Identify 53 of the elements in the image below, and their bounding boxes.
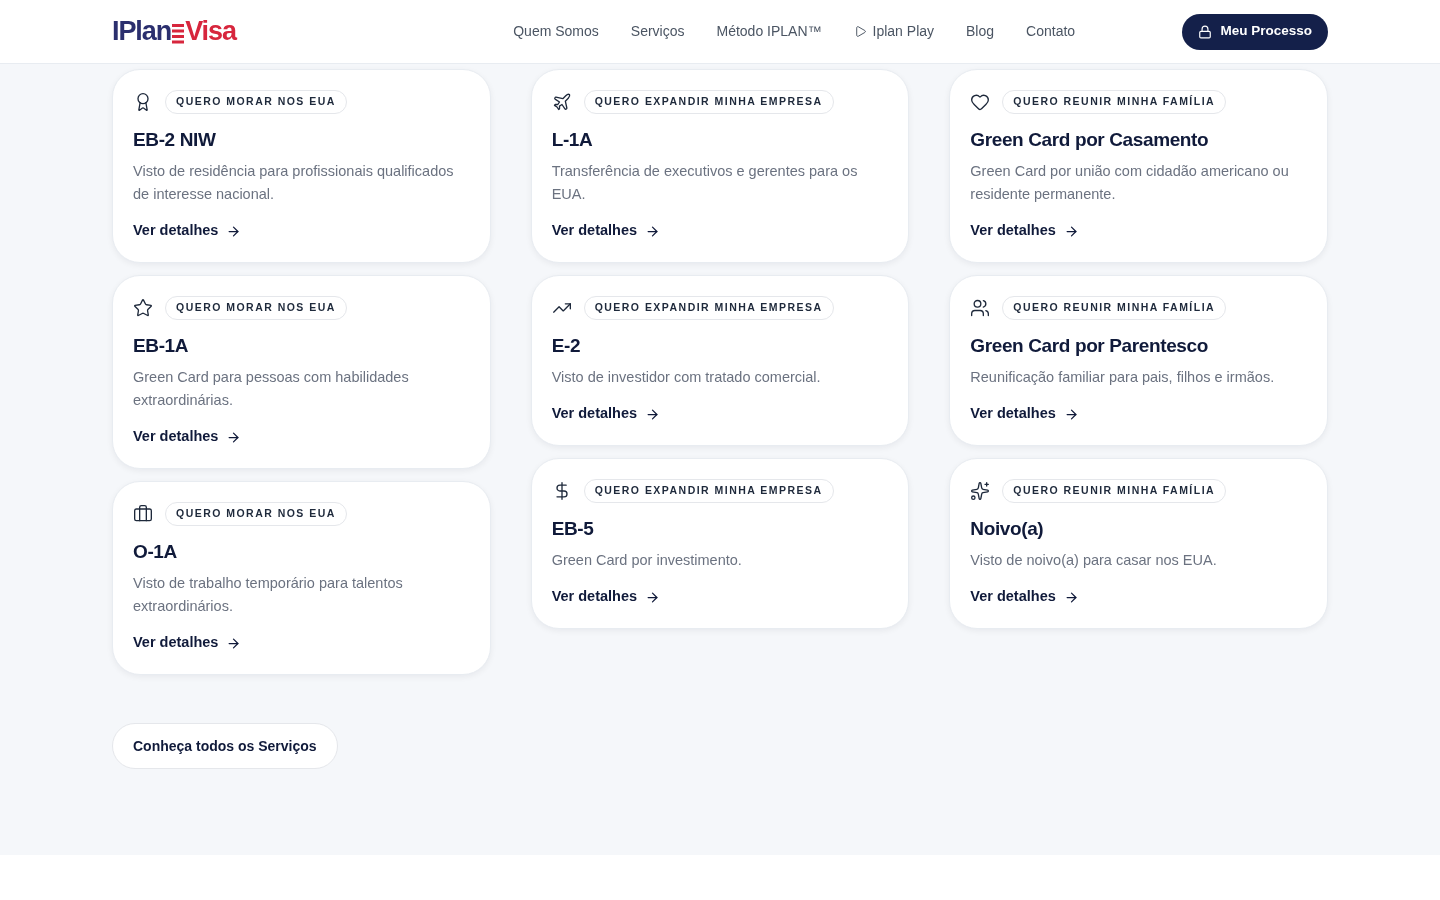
- briefcase-icon: [133, 503, 153, 524]
- arrow-right-icon: [645, 223, 661, 239]
- arrow-right-icon: [226, 429, 242, 445]
- arrow-right-icon: [1063, 223, 1079, 239]
- nav-link[interactable]: Quem Somos: [513, 21, 599, 42]
- lock-icon: [1198, 24, 1213, 39]
- people-icon: [970, 297, 991, 318]
- card-title: EB-5: [551, 516, 595, 541]
- card-description: Green Card por investimento.: [551, 551, 743, 571]
- process-button[interactable]: Meu Processo: [1182, 13, 1328, 50]
- card-title: O-1A: [133, 539, 178, 564]
- sparkles-icon: [970, 480, 991, 501]
- nav-link[interactable]: Serviços: [630, 21, 685, 42]
- card-description: Green Card para pessoas com habilidades extraordinárias.: [133, 368, 410, 411]
- arrow-right-icon: [645, 589, 661, 605]
- card-title: Noivo(a): [970, 516, 1045, 541]
- arrow-right-icon: [645, 406, 661, 422]
- nav-link[interactable]: Contato: [1026, 21, 1076, 42]
- details-link[interactable]: Ver detalhes: [551, 220, 661, 242]
- card-title: EB-2 NIW: [133, 127, 217, 152]
- card-description: Green Card por união com cidadão americano ou residente permanente.: [970, 162, 1290, 205]
- logo[interactable]: IPlan Visa: [112, 18, 236, 45]
- star-icon: [133, 297, 153, 318]
- card-title: EB-1A: [133, 333, 190, 358]
- plane-icon: [551, 91, 572, 112]
- card-description: Transferência de executivos e gerentes para os EUA.: [551, 162, 859, 205]
- card-description: Visto de investidor com tratado comercial.: [551, 368, 822, 388]
- details-link[interactable]: Ver detalhes: [133, 426, 242, 448]
- card-description: Visto de noivo(a) para casar nos EUA.: [970, 551, 1218, 571]
- details-link[interactable]: Ver detalhes: [970, 586, 1079, 608]
- details-link[interactable]: Ver detalhes: [970, 220, 1079, 242]
- details-link[interactable]: Ver detalhes: [551, 586, 661, 608]
- nav-link[interactable]: Blog: [966, 21, 995, 42]
- arrow-right-icon: [226, 635, 242, 651]
- arrow-right-icon: [1063, 406, 1079, 422]
- play-icon: [853, 25, 867, 38]
- details-link[interactable]: Ver detalhes: [551, 403, 661, 425]
- nav-link[interactable]: Iplan Play: [853, 21, 935, 42]
- card-title: L-1A: [551, 127, 594, 152]
- details-link[interactable]: Ver detalhes: [970, 403, 1079, 425]
- all-services-button[interactable]: Conheça todos os Serviços: [112, 723, 338, 769]
- card-description: Visto de trabalho temporário para talentos extraordinários.: [133, 574, 404, 617]
- arrow-right-icon: [226, 223, 242, 239]
- card-title: E-2: [551, 333, 582, 358]
- card-title: Green Card por Casamento: [970, 127, 1210, 152]
- details-link[interactable]: Ver detalhes: [133, 632, 242, 654]
- details-link[interactable]: Ver detalhes: [133, 220, 242, 242]
- arrow-right-icon: [1063, 589, 1079, 605]
- card-description: Visto de residência para profissionais qualificados de interesse nacional.: [133, 162, 455, 205]
- card-description: Reunificação familiar para pais, filhos e irmãos.: [970, 368, 1276, 388]
- stripes-icon: [172, 24, 185, 44]
- card-title: Green Card por Parentesco: [970, 333, 1209, 358]
- nav-link[interactable]: Método IPLAN™: [716, 21, 822, 42]
